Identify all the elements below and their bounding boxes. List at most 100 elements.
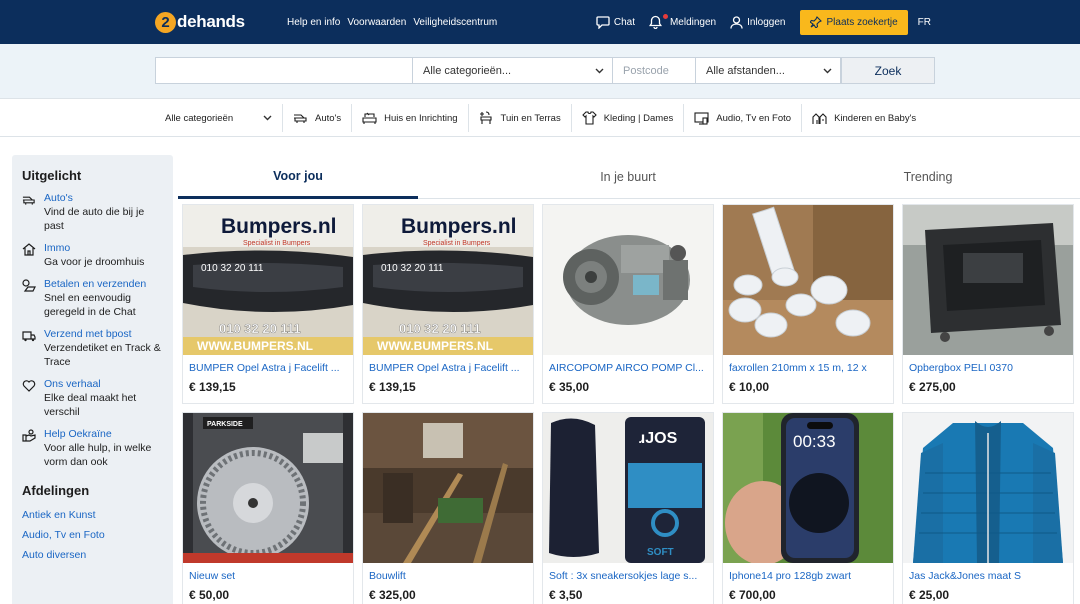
listing-image: PARKSIDE — [183, 413, 353, 563]
search-input[interactable] — [155, 57, 413, 84]
phone-clock: 00:33 — [793, 432, 836, 451]
category-audio-tv[interactable]: Audio, Tv en Foto — [684, 104, 803, 132]
listing-image — [903, 413, 1073, 563]
kids-icon — [812, 112, 827, 124]
category-bar: Alle categorieën Auto's Huis en Inrichti… — [0, 98, 1080, 137]
clothing-icon — [581, 111, 597, 125]
heart-icon — [22, 380, 36, 392]
phone-text: 010 32 20 111 — [381, 263, 444, 274]
listing-card[interactable]: Opbergbox PELI 0370 € 275,00 — [902, 204, 1074, 404]
listing-card[interactable]: 00:33 Iphone14 pro 128gb zwart € 700,00 — [722, 412, 894, 604]
listing-image: ɹJOS SOFT — [543, 413, 713, 563]
featured-entry-bpost[interactable]: Verzend met bpost Verzendetiket en Track… — [22, 328, 173, 369]
featured-link[interactable]: Immo — [44, 242, 164, 255]
chevron-down-icon — [263, 115, 272, 121]
department-link[interactable]: Auto diversen — [22, 549, 173, 561]
listing-price: € 325,00 — [369, 588, 416, 602]
listing-card[interactable]: Bumpers.nl Specialist in Bumpers 010 32 … — [362, 204, 534, 404]
featured-link[interactable]: Help Oekraïne — [44, 428, 164, 441]
listing-title: faxrollen 210mm x 15 m, 12 x — [729, 362, 867, 374]
listing-image: 00:33 — [723, 413, 893, 563]
shipping-icon — [22, 279, 36, 292]
search-bar: Alle categorieën... Postcode Alle afstan… — [0, 44, 1080, 98]
category-label: Auto's — [315, 112, 342, 124]
listing-price: € 700,00 — [729, 588, 776, 602]
garden-icon — [479, 111, 492, 124]
listing-card[interactable]: faxrollen 210mm x 15 m, 12 x € 10,00 — [722, 204, 894, 404]
department-link[interactable]: Antiek en Kunst — [22, 509, 173, 521]
listing-image: Bumpers.nl Specialist in Bumpers 010 32 … — [183, 205, 353, 355]
featured-entry-cars[interactable]: Auto's Vind de auto die bij je past — [22, 192, 173, 233]
listing-title: BUMPER Opel Astra j Facelift ... — [189, 362, 340, 374]
chat-button[interactable]: Chat — [596, 15, 635, 29]
listing-title: AIRCOPOMP AIRCO POMP Cl... — [549, 362, 704, 374]
featured-link[interactable]: Verzend met bpost — [44, 328, 164, 341]
department-link[interactable]: Audio, Tv en Foto — [22, 529, 173, 541]
terms-link[interactable]: Voorwaarden — [347, 17, 406, 28]
phone-text: 010 32 20 111 — [219, 321, 301, 336]
featured-link[interactable]: Betalen en verzenden — [44, 278, 164, 291]
listing-title: Bouwlift — [369, 570, 406, 582]
chat-icon — [596, 15, 610, 29]
place-ad-button[interactable]: Plaats zoekertje — [799, 9, 908, 35]
all-categories-dropdown[interactable]: Alle categorieën — [155, 104, 283, 132]
category-select[interactable]: Alle categorieën... — [412, 57, 613, 84]
listing-price: € 25,00 — [909, 588, 950, 602]
brand-text: PARKSIDE — [207, 421, 243, 428]
listing-price: € 50,00 — [189, 588, 230, 602]
departments-heading: Afdelingen — [22, 483, 90, 498]
listing-card[interactable]: Jas Jack&Jones maat S € 25,00 — [902, 412, 1074, 604]
logo-mark: 2 — [155, 11, 176, 33]
category-label: Kinderen en Baby's — [834, 112, 917, 124]
pin-icon — [809, 16, 822, 28]
banner-subtext: Specialist in Bumpers — [243, 240, 311, 247]
category-select-value: Alle categorieën... — [423, 64, 512, 77]
postcode-input[interactable]: Postcode — [612, 57, 696, 84]
top-header: 2 dehands Help en info Voorwaarden Veili… — [0, 0, 1080, 44]
tab-trending[interactable]: Trending — [808, 155, 1048, 199]
listing-image — [363, 413, 533, 563]
listing-title: Soft : 3x sneakersokjes lage s... — [549, 570, 698, 582]
tab-nearby[interactable]: In je buurt — [508, 155, 748, 199]
banner-text: Bumpers.nl — [401, 215, 517, 238]
listing-card[interactable]: Bouwlift € 325,00 — [362, 412, 534, 604]
category-house[interactable]: Huis en Inrichting — [352, 104, 469, 132]
category-cars[interactable]: Auto's — [283, 104, 353, 132]
language-switch[interactable]: FR — [918, 17, 931, 28]
featured-entry-story[interactable]: Ons verhaal Elke deal maakt het verschil — [22, 378, 173, 419]
listing-card[interactable]: AIRCOPOMP AIRCO POMP Cl... € 35,00 — [542, 204, 714, 404]
distance-select-value: Alle afstanden... — [706, 64, 785, 77]
featured-entry-ukraine[interactable]: Help Oekraïne Voor alle hulp, in welke v… — [22, 428, 173, 469]
featured-link[interactable]: Ons verhaal — [44, 378, 164, 391]
notifications-button[interactable]: Meldingen — [648, 13, 716, 29]
category-clothing[interactable]: Kleding | Dames — [572, 104, 685, 132]
featured-entry-immo[interactable]: Immo Ga voor je droomhuis — [22, 242, 173, 269]
listing-card[interactable]: PARKSIDE Nieuw set € 50,00 — [182, 412, 354, 604]
listing-price: € 139,15 — [369, 380, 416, 394]
help-link[interactable]: Help en info — [287, 17, 340, 28]
listing-card[interactable]: Bumpers.nl Specialist in Bumpers 010 32 … — [182, 204, 354, 404]
car-icon — [22, 196, 35, 205]
search-button[interactable]: Zoek — [841, 57, 935, 84]
top-links: Help en info Voorwaarden Veiligheidscent… — [287, 0, 504, 44]
featured-entry-payment[interactable]: Betalen en verzenden Snel en eenvoudig g… — [22, 278, 173, 319]
listing-image — [543, 205, 713, 355]
category-kids[interactable]: Kinderen en Baby's — [802, 104, 926, 132]
logo[interactable]: 2 dehands — [155, 11, 245, 33]
distance-select[interactable]: Alle afstanden... — [695, 57, 841, 84]
listing-title: Jas Jack&Jones maat S — [909, 570, 1022, 582]
listing-card[interactable]: ɹJOS SOFT Soft : 3x sneakersokjes lage s… — [542, 412, 714, 604]
category-garden[interactable]: Tuin en Terras — [469, 104, 572, 132]
category-label: Huis en Inrichting — [384, 112, 458, 124]
banner-text: Bumpers.nl — [221, 215, 337, 238]
safety-link[interactable]: Veiligheidscentrum — [413, 17, 497, 28]
url-text: WWW.BUMPERS.NL — [377, 339, 493, 353]
chevron-down-icon — [595, 68, 604, 73]
category-label: Kleding | Dames — [603, 112, 674, 124]
tab-for-you[interactable]: Voor jou — [178, 155, 418, 199]
listing-price: € 35,00 — [549, 380, 590, 394]
phone-text: 010 32 20 111 — [201, 263, 264, 274]
phone-text: 010 32 20 111 — [399, 321, 481, 336]
login-button[interactable]: Inloggen — [730, 15, 786, 29]
featured-link[interactable]: Auto's — [44, 192, 164, 205]
